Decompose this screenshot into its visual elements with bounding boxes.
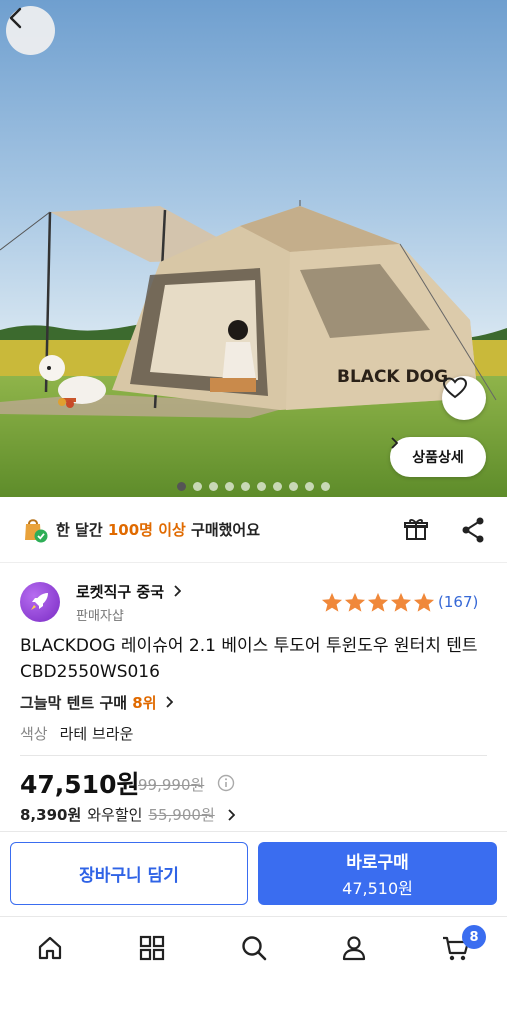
star-icon xyxy=(413,592,435,612)
back-button[interactable] xyxy=(6,6,55,55)
svg-text:BLACK DOG: BLACK DOG xyxy=(337,367,448,387)
carousel-indicator xyxy=(0,482,507,491)
purchase-count-text: 한 달간 100명 이상 구매했어요 xyxy=(56,519,260,540)
wow-original-price: 55,900원 xyxy=(148,806,215,824)
chevron-right-icon xyxy=(166,696,174,708)
option-value: 라테 브라운 xyxy=(59,725,134,743)
tent-photo: BLACK DOG xyxy=(0,0,507,497)
buy-now-button[interactable]: 바로구매 47,510원 xyxy=(258,842,497,905)
carousel-dot[interactable] xyxy=(241,482,250,491)
share-icon[interactable] xyxy=(460,516,486,544)
purchase-count-banner: 한 달간 100명 이상 구매했어요 xyxy=(0,497,507,562)
user-icon xyxy=(342,936,366,961)
product-detail-button[interactable]: 상품상세 xyxy=(390,437,486,477)
purchase-suffix: 구매했어요 xyxy=(185,521,261,539)
divider xyxy=(0,916,507,917)
rank-label: 그늘막 텐트 구매 xyxy=(20,694,133,712)
carousel-dot[interactable] xyxy=(193,482,202,491)
search-icon xyxy=(242,936,267,961)
divider xyxy=(0,831,507,832)
option-label: 색상 xyxy=(20,725,48,743)
star-icon xyxy=(367,592,389,612)
info-icon[interactable] xyxy=(217,774,235,792)
carousel-dot[interactable] xyxy=(209,482,218,491)
wishlist-button[interactable] xyxy=(442,376,486,420)
gift-icon[interactable] xyxy=(402,515,430,543)
sale-price: 47,510원 xyxy=(20,770,140,799)
carousel-dot[interactable] xyxy=(289,482,298,491)
add-to-cart-button[interactable]: 장바구니 담기 xyxy=(10,842,248,905)
original-price: 99,990원 xyxy=(138,776,205,794)
seller-subtitle: 판매자샵 xyxy=(76,609,124,624)
rating-stars xyxy=(321,592,435,613)
shopping-bag-icon xyxy=(25,518,48,542)
carousel-dot[interactable] xyxy=(321,482,330,491)
heart-icon xyxy=(442,377,468,399)
chevron-left-icon xyxy=(9,7,22,29)
carousel-dot[interactable] xyxy=(257,482,266,491)
rocket-icon xyxy=(31,593,48,610)
chevron-right-icon xyxy=(391,437,398,449)
tab-home[interactable] xyxy=(32,930,68,966)
wow-discount-row[interactable]: 8,390원 와우할인 55,900원 xyxy=(20,804,235,825)
seller-logo[interactable] xyxy=(20,582,60,622)
buy-now-price: 47,510원 xyxy=(342,879,413,898)
chevron-right-icon xyxy=(228,808,235,821)
purchase-prefix: 한 달간 xyxy=(56,521,108,539)
category-icon xyxy=(139,935,165,961)
tab-my-account[interactable] xyxy=(336,930,372,966)
cart-count-badge: 8 xyxy=(462,925,486,949)
carousel-dot[interactable] xyxy=(177,482,186,491)
star-icon xyxy=(321,592,343,612)
tab-category[interactable] xyxy=(134,930,170,966)
buy-now-label: 바로구매 xyxy=(346,853,409,873)
rank-value: 8위 xyxy=(132,694,157,712)
category-rank-link[interactable]: 그늘막 텐트 구매 8위 xyxy=(20,692,174,713)
seller-name-link[interactable]: 로켓직구 중국 xyxy=(76,581,182,602)
divider xyxy=(20,755,487,756)
purchase-highlight: 100명 이상 xyxy=(107,521,186,539)
option-selector[interactable]: 색상 라테 브라운 xyxy=(20,723,133,744)
star-icon xyxy=(344,592,366,612)
home-icon xyxy=(38,936,62,960)
star-icon xyxy=(390,592,412,612)
wow-price: 8,390원 xyxy=(20,806,82,824)
product-image-carousel[interactable]: BLACK DOG 상품상세 xyxy=(0,0,507,497)
carousel-dot[interactable] xyxy=(273,482,282,491)
review-count-link[interactable]: (167) xyxy=(438,593,478,611)
wow-label: 와우할인 xyxy=(87,806,143,824)
product-detail-label: 상품상세 xyxy=(412,450,464,466)
seller-name: 로켓직구 중국 xyxy=(76,583,165,601)
chevron-right-icon xyxy=(174,585,182,597)
product-title: BLACKDOG 레이슈어 2.1 베이스 투도어 투윈도우 원터치 텐트 CB… xyxy=(20,636,478,682)
divider xyxy=(0,562,507,563)
tab-search[interactable] xyxy=(236,930,272,966)
carousel-dot[interactable] xyxy=(305,482,314,491)
carousel-dot[interactable] xyxy=(225,482,234,491)
